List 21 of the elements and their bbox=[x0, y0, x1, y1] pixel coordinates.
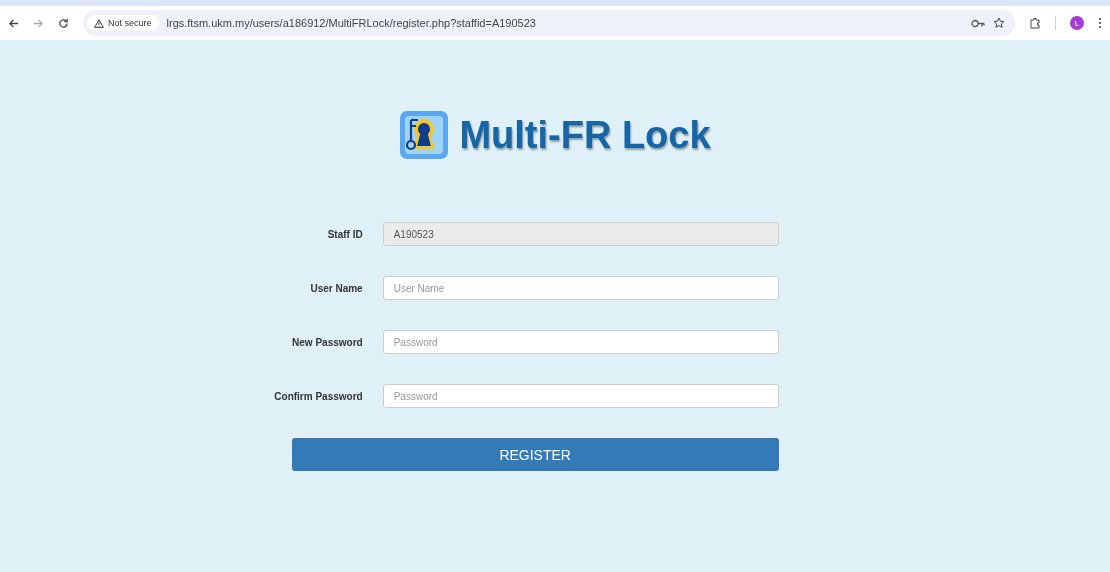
app-title: Multi-FR Lock bbox=[459, 113, 711, 157]
register-button[interactable]: REGISTER bbox=[291, 438, 779, 471]
profile-avatar[interactable]: L bbox=[1070, 16, 1084, 30]
input-field[interactable]: Password bbox=[382, 384, 779, 408]
input-field[interactable]: Password bbox=[382, 330, 779, 354]
field-label: New Password bbox=[292, 336, 363, 348]
security-chip[interactable]: Not secure bbox=[87, 15, 159, 31]
field-label: Staff ID bbox=[327, 228, 363, 240]
address-bar[interactable]: Not secure lrgs.ftsm.ukm.my/users/a186912/MultiFRLock/register.php?staffid=A190523 bbox=[83, 10, 1015, 36]
menu-icon[interactable] bbox=[1098, 17, 1102, 29]
warning-icon bbox=[94, 18, 104, 28]
url-text: lrgs.ftsm.ukm.my/users/a186912/MultiFRLock/register.php?staffid=A190523 bbox=[166, 17, 537, 29]
reload-icon[interactable] bbox=[58, 17, 69, 29]
input-field[interactable]: User Name bbox=[382, 276, 779, 300]
key-icon[interactable] bbox=[971, 18, 985, 28]
keyhole-logo-icon bbox=[399, 110, 450, 160]
puzzle-icon[interactable] bbox=[1029, 17, 1041, 29]
back-icon[interactable] bbox=[8, 17, 19, 29]
star-icon[interactable] bbox=[993, 17, 1005, 29]
field-label: User Name bbox=[310, 282, 363, 294]
field-label: Confirm Password bbox=[274, 390, 363, 402]
